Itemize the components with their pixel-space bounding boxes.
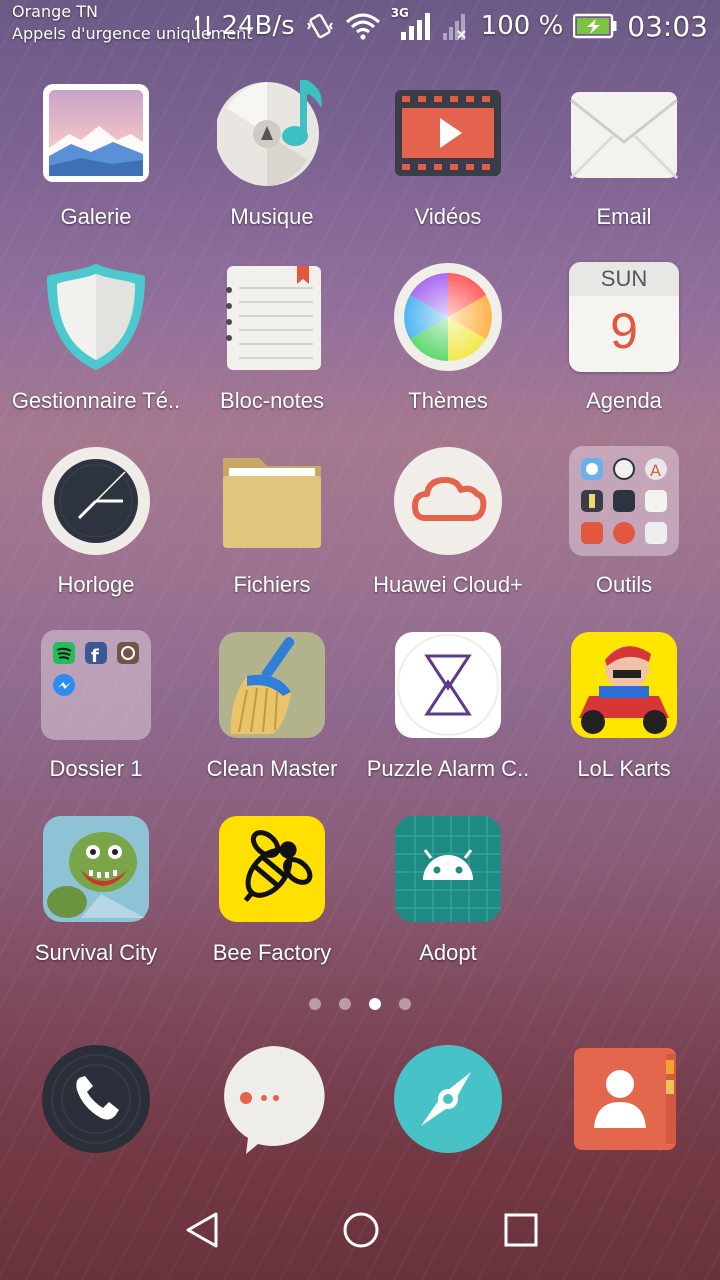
app-label: Agenda <box>586 388 662 413</box>
app-label: Fichiers <box>233 572 311 597</box>
battery-percent: 100 % <box>480 11 564 41</box>
app-gestionnaire[interactable]: Gestionnaire Té.. <box>8 262 184 414</box>
data-arrows-icon <box>195 12 212 40</box>
zombie-icon <box>41 814 151 924</box>
home-button[interactable] <box>321 1190 401 1270</box>
page-indicator <box>0 998 720 1010</box>
app-themes[interactable]: Thèmes <box>360 262 536 414</box>
page-dot[interactable] <box>309 998 321 1010</box>
app-email[interactable]: Email <box>536 78 712 230</box>
themes-icon <box>393 262 503 372</box>
broom-icon <box>217 630 327 740</box>
app-clean-master[interactable]: Clean Master <box>184 630 360 782</box>
contacts-icon <box>574 1048 676 1150</box>
app-puzzle-alarm[interactable]: Puzzle Alarm C.. <box>360 630 536 782</box>
page-dot[interactable] <box>339 998 351 1010</box>
compass-icon <box>394 1045 502 1153</box>
app-label: Puzzle Alarm C.. <box>366 756 530 781</box>
app-label: Adopt <box>419 940 477 965</box>
app-huawei-cloud[interactable]: Huawei Cloud+ <box>360 446 536 598</box>
email-icon <box>569 78 679 188</box>
app-label: Survival City <box>34 940 158 965</box>
folder-icon: f <box>41 630 151 740</box>
app-label: Huawei Cloud+ <box>373 572 523 597</box>
app-label: Clean Master <box>206 756 338 781</box>
app-galerie[interactable]: Galerie <box>8 78 184 230</box>
dock <box>0 1044 720 1156</box>
dock-browser[interactable] <box>393 1044 503 1154</box>
recents-square-icon <box>504 1213 538 1247</box>
app-bloc-notes[interactable]: Bloc-notes <box>184 262 360 414</box>
app-lol-karts[interactable]: LoL Karts <box>536 630 712 782</box>
phone-manager-icon <box>41 262 151 372</box>
dock-phone[interactable] <box>41 1044 151 1154</box>
karts-icon <box>569 630 679 740</box>
app-horloge[interactable]: Horloge <box>8 446 184 598</box>
app-label: Gestionnaire Té.. <box>11 388 181 413</box>
vibrate-icon <box>305 11 335 41</box>
app-fichiers[interactable]: Fichiers <box>184 446 360 598</box>
phone-icon <box>42 1045 150 1153</box>
back-triangle-icon <box>186 1212 218 1248</box>
home-circle-icon <box>343 1212 379 1248</box>
app-label: Bloc-notes <box>220 388 324 413</box>
notepad-icon <box>217 262 327 372</box>
status-icons: 24B/s 3G 100 % 03:03 <box>195 6 708 46</box>
navigation-bar <box>0 1190 720 1280</box>
app-adopt[interactable]: Adopt <box>360 814 536 966</box>
app-label: Galerie <box>60 204 132 229</box>
dock-contacts[interactable] <box>570 1044 680 1154</box>
svg-text:f: f <box>91 646 99 667</box>
carrier-name: Orange TN <box>12 2 98 21</box>
app-label: Vidéos <box>414 204 482 229</box>
app-agenda[interactable]: SUN 9 Agenda <box>536 262 712 414</box>
app-bee-factory[interactable]: Bee Factory <box>184 814 360 966</box>
app-label: Bee Factory <box>212 940 332 965</box>
page-dot-active[interactable] <box>369 998 381 1010</box>
calendar-day: SUN <box>569 262 679 296</box>
status-bar: Orange TN Appels d'urgence uniquement 24… <box>0 0 720 52</box>
puzzle-alarm-icon <box>393 630 503 740</box>
tools-folder-icon: A <box>569 446 679 556</box>
calendar-date: 9 <box>610 303 638 359</box>
page-dot[interactable] <box>399 998 411 1010</box>
app-videos[interactable]: Vidéos <box>360 78 536 230</box>
cell-3g-icon: 3G <box>391 6 431 42</box>
app-label: LoL Karts <box>577 756 671 781</box>
messages-icon <box>224 1046 325 1154</box>
cell-no-signal-icon <box>441 11 471 41</box>
recents-button[interactable] <box>481 1190 561 1270</box>
app-label: Horloge <box>57 572 135 597</box>
cloud-icon <box>393 446 503 556</box>
app-label: Outils <box>595 572 653 597</box>
wifi-icon <box>345 12 381 40</box>
app-label: Musique <box>230 204 314 229</box>
bee-icon <box>217 814 327 924</box>
svg-text:A: A <box>650 461 661 480</box>
back-button[interactable] <box>162 1190 242 1270</box>
net-speed: 24B/s <box>221 11 295 41</box>
videos-icon <box>393 78 503 188</box>
app-label: Email <box>596 204 652 229</box>
dock-messages[interactable] <box>218 1044 328 1154</box>
android-icon <box>393 814 503 924</box>
app-survival-city[interactable]: Survival City <box>8 814 184 966</box>
app-label: Dossier 1 <box>49 756 143 781</box>
app-musique[interactable]: Musique <box>184 78 360 230</box>
status-clock: 03:03 <box>627 9 708 43</box>
music-icon <box>215 78 327 188</box>
battery-charging-icon <box>573 13 617 39</box>
app-label: Thèmes <box>408 388 488 413</box>
gallery-icon <box>41 78 151 188</box>
files-icon <box>217 446 327 556</box>
app-dossier-1[interactable]: f Dossier 1 <box>8 630 184 782</box>
app-outils[interactable]: A Outils <box>536 446 712 598</box>
clock-icon <box>41 446 151 556</box>
calendar-icon: SUN 9 <box>569 262 679 372</box>
